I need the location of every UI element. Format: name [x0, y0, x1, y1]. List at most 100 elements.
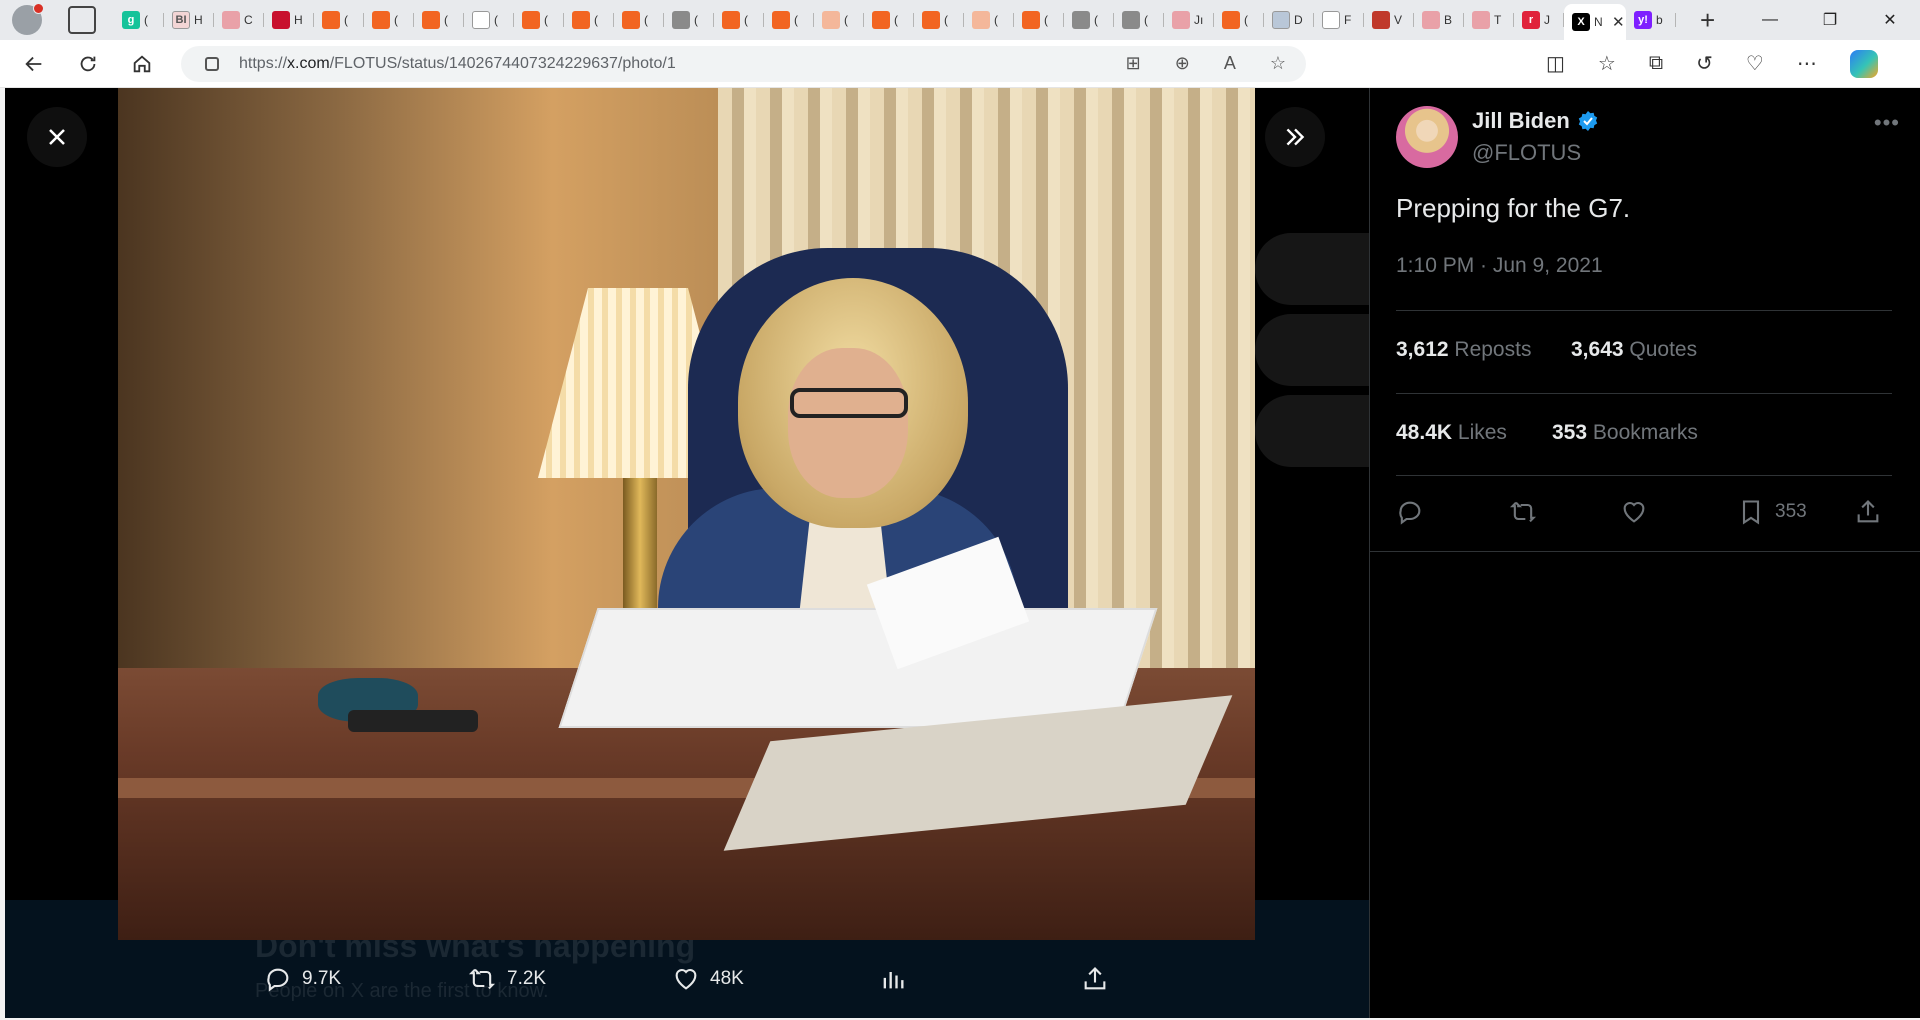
quotes-stat[interactable]: 3,643 Quotes [1571, 338, 1697, 362]
address-bar[interactable]: https://x.com/FLOTUS/status/140267440732… [181, 45, 1306, 82]
browser-tab[interactable]: H [264, 4, 314, 36]
tab-actions-icon[interactable] [68, 6, 96, 34]
tweet-text: Prepping for the G7. [1396, 193, 1631, 223]
history-icon[interactable]: ↺ [1696, 51, 1713, 76]
refresh-button[interactable] [68, 44, 108, 84]
share-icon [1084, 967, 1106, 990]
author-handle[interactable]: @FLOTUS [1472, 140, 1581, 166]
zoom-icon[interactable]: ⊕ [1175, 53, 1190, 74]
browser-tab[interactable]: ( [1214, 4, 1264, 36]
toggle-panel-button[interactable] [1265, 107, 1325, 167]
close-viewer-button[interactable] [27, 107, 87, 167]
browser-tab[interactable]: V [1364, 4, 1414, 36]
media-like-count: 48K [710, 968, 744, 989]
browser-tab[interactable]: ( [614, 4, 664, 36]
browser-tab[interactable]: ( [1064, 4, 1114, 36]
media-reply-button[interactable]: 9.7K [264, 965, 341, 993]
star-icon [1372, 11, 1390, 29]
browser-tab[interactable]: ( [764, 4, 814, 36]
profile-avatar[interactable] [12, 3, 44, 35]
back-button[interactable] [14, 44, 54, 84]
repost-button[interactable] [1508, 498, 1538, 526]
background-button [1255, 314, 1375, 386]
home-button[interactable] [122, 44, 162, 84]
browser-tab[interactable]: y! b [1626, 4, 1676, 36]
copilot-icon[interactable] [1849, 49, 1878, 78]
favorite-star-icon[interactable]: ☆ [1270, 53, 1286, 74]
browser-tab[interactable]: ( [664, 4, 714, 36]
photo-glasses [790, 388, 908, 418]
author-avatar[interactable] [1396, 106, 1458, 168]
photo-binder [558, 608, 1158, 728]
browser-tab[interactable]: ( [314, 4, 364, 36]
browser-tab[interactable]: ( [364, 4, 414, 36]
browser-tab[interactable]: ( [914, 4, 964, 36]
bookmark-button[interactable]: 353 [1737, 498, 1807, 526]
media-repost-button[interactable]: 7.2K [467, 965, 546, 993]
youtube-icon [1172, 11, 1190, 29]
more-options-icon[interactable]: ••• [1874, 110, 1900, 136]
split-screen-icon[interactable]: ◫ [1546, 51, 1565, 76]
bookmark-action-count: 353 [1775, 501, 1807, 522]
browser-tab[interactable]: rJ [1514, 4, 1564, 36]
background-button [1255, 395, 1375, 467]
browser-tab[interactable]: ( [1114, 4, 1164, 36]
browser-tab[interactable]: ( [414, 4, 464, 36]
tab-title: H [294, 13, 303, 27]
media-share-button[interactable] [1081, 965, 1109, 993]
author-name-row[interactable]: Jill Biden [1472, 108, 1600, 134]
share-button[interactable] [1854, 498, 1882, 526]
collections-icon[interactable]: ⧉ [1649, 52, 1663, 75]
tab-title: J [1544, 13, 1550, 27]
app-available-icon[interactable]: ⊞ [1126, 53, 1141, 74]
browser-tab[interactable]: C [214, 4, 264, 36]
reply-button[interactable] [1396, 498, 1424, 526]
minimize-button[interactable]: — [1740, 0, 1800, 40]
browser-tab[interactable]: ( [814, 4, 864, 36]
bookmarks-stat[interactable]: 353 Bookmarks [1552, 421, 1698, 445]
author-name[interactable]: Jill Biden [1472, 108, 1570, 134]
browser-tab[interactable]: F [1314, 4, 1364, 36]
read-aloud-icon[interactable]: A [1224, 53, 1236, 74]
browser-tab[interactable]: g( [114, 4, 164, 36]
likes-stat[interactable]: 48.4K Likes [1396, 421, 1507, 445]
browser-essentials-icon[interactable]: ♡ [1746, 51, 1764, 76]
browser-tab[interactable]: ( [1014, 4, 1064, 36]
tab-title: ( [344, 13, 348, 27]
restore-button[interactable]: ❐ [1800, 0, 1860, 40]
double-chevron-right-icon [1286, 128, 1305, 146]
browser-tab[interactable]: T [1464, 4, 1514, 36]
reply-icon [267, 968, 289, 992]
media-views-button[interactable] [879, 965, 907, 993]
bookmark-icon [572, 11, 590, 29]
browser-tab[interactable]: ( [564, 4, 614, 36]
reposts-stat[interactable]: 3,612 Reposts [1396, 338, 1531, 362]
tweet-photo[interactable] [118, 88, 1255, 940]
browser-tab[interactable]: B [1414, 4, 1464, 36]
more-menu-icon[interactable]: ⋯ [1797, 51, 1817, 76]
reposts-count: 3,612 [1396, 338, 1449, 361]
close-window-button[interactable]: ✕ [1860, 0, 1920, 40]
browser-tab[interactable]: ( [464, 4, 514, 36]
grammarly-icon: g [122, 11, 140, 29]
refresh-icon [80, 56, 96, 71]
youtube-icon [1472, 11, 1490, 29]
url-text[interactable]: https://x.com/FLOTUS/status/140267440732… [239, 55, 676, 73]
browser-tab[interactable]: ( [864, 4, 914, 36]
verified-badge-icon[interactable] [1576, 109, 1600, 133]
browser-tab[interactable]: D [1264, 4, 1314, 36]
browser-tab[interactable]: Jı [1164, 4, 1214, 36]
close-tab-icon[interactable]: ✕ [1612, 13, 1625, 31]
new-tab-button[interactable]: + [1700, 5, 1715, 36]
share-icon [1857, 500, 1879, 523]
favorites-icon[interactable]: ☆ [1598, 51, 1616, 76]
browser-tab[interactable]: ( [964, 4, 1014, 36]
browser-tab[interactable]: ( [514, 4, 564, 36]
lock-icon[interactable] [205, 56, 219, 71]
browser-tab-active[interactable]: X N ✕ [1564, 4, 1626, 40]
media-like-button[interactable]: 48K [672, 965, 744, 993]
like-button[interactable] [1620, 498, 1648, 526]
browser-tab[interactable]: ( [714, 4, 764, 36]
tweet-timestamp[interactable]: 1:10 PM · Jun 9, 2021 [1396, 254, 1603, 278]
browser-tab[interactable]: BI H [164, 4, 214, 36]
